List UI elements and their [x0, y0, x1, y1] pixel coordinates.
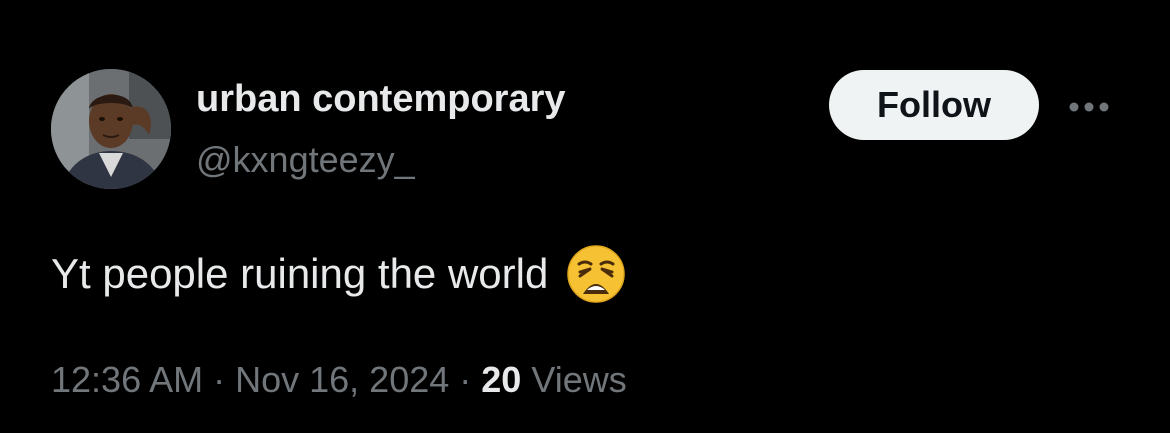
- meta-separator: ·: [459, 359, 472, 400]
- views-label: Views: [531, 359, 627, 400]
- views-count: 20: [481, 359, 522, 400]
- avatar-photo: [51, 69, 171, 189]
- tweet-date[interactable]: Nov 16, 2024: [235, 359, 449, 400]
- avatar[interactable]: [51, 69, 171, 189]
- tweet-time[interactable]: 12:36 AM: [51, 359, 203, 400]
- display-name[interactable]: urban contemporary: [196, 76, 566, 122]
- follow-button[interactable]: Follow: [829, 70, 1039, 140]
- tweet-text-content: Yt people ruining the world: [51, 250, 549, 297]
- tweet-text: Yt people ruining the world: [51, 244, 626, 304]
- meta-separator: ·: [213, 359, 226, 400]
- tweet-meta: 12:36 AM · Nov 16, 2024 · 20 Views: [51, 358, 627, 402]
- tweet-card: urban contemporary @kxngteezy_ Follow Yt…: [0, 0, 1170, 433]
- more-horizontal-icon[interactable]: [1066, 95, 1112, 119]
- weary-face-emoji-icon: [566, 244, 626, 304]
- user-handle[interactable]: @kxngteezy_: [196, 138, 415, 182]
